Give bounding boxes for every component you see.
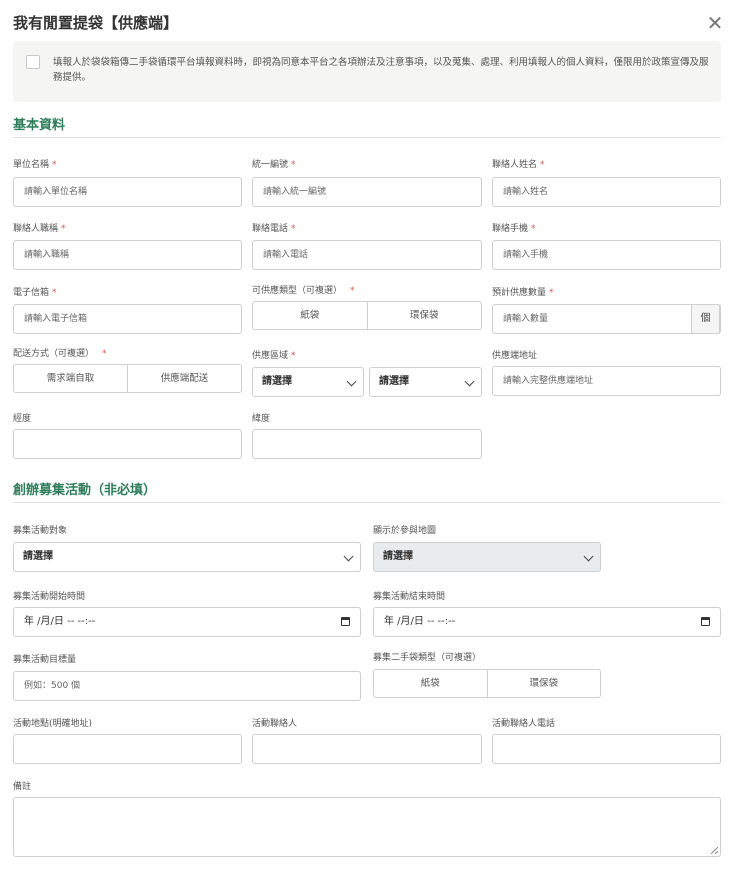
bag-type-eco-option[interactable]: 環保袋 xyxy=(366,302,482,329)
mobile-label: 聯絡手機 * xyxy=(492,224,536,234)
target-label: 募集活動對象 xyxy=(13,526,68,536)
email-input[interactable]: 請輸入電子信箱 xyxy=(13,304,242,334)
longitude-label: 經度 xyxy=(13,414,32,424)
notes-label: 備註 xyxy=(13,782,32,792)
resize-handle-icon[interactable] xyxy=(710,846,718,854)
activity-contact-phone-input[interactable] xyxy=(492,734,721,764)
close-icon[interactable]: ✕ xyxy=(706,13,724,33)
mobile-input[interactable]: 請輸入手機 xyxy=(492,240,721,270)
region-district-select[interactable]: 請選擇 xyxy=(369,367,482,397)
phone-label: 聯絡電話 * xyxy=(252,224,296,234)
activity-contact-phone-label: 活動聯絡人電話 xyxy=(492,719,556,729)
delivery-pickup-option[interactable]: 需求端自取 xyxy=(14,365,127,392)
contact-name-label: 聯絡人姓名 * xyxy=(492,160,545,170)
latitude-input[interactable] xyxy=(252,429,482,459)
start-time-input[interactable]: 年 /月/日 -- --:-- xyxy=(13,607,361,637)
section-title-basic: 基本資料 xyxy=(13,118,66,133)
location-input[interactable] xyxy=(13,734,242,764)
contact-title-input[interactable]: 請輸入職稱 xyxy=(13,240,242,270)
chevron-down-icon xyxy=(343,551,354,562)
calendar-icon[interactable] xyxy=(341,617,350,626)
contact-title-label: 聯絡人職稱 * xyxy=(13,224,66,234)
region-label: 供應區域 * xyxy=(252,351,296,361)
tax-id-label: 統一編號 * xyxy=(252,160,296,170)
longitude-input[interactable] xyxy=(13,429,242,459)
activity-bag-type-eco-option[interactable]: 環保袋 xyxy=(486,670,601,697)
contact-name-input[interactable]: 請輸入姓名 xyxy=(492,177,721,207)
section-divider xyxy=(13,502,721,503)
bag-type-paper-option[interactable]: 紙袋 xyxy=(253,302,367,329)
delivery-toggle: 需求端自取 供應端配送 xyxy=(13,364,242,393)
phone-input[interactable]: 請輸入電話 xyxy=(252,240,482,270)
region-city-select[interactable]: 請選擇 xyxy=(252,367,364,397)
activity-bag-types-toggle: 紙袋 環保袋 xyxy=(373,669,601,698)
goal-input[interactable]: 例如：500 個 xyxy=(13,671,361,701)
address-input[interactable]: 請輸入完整供應端地址 xyxy=(492,366,721,396)
quantity-placeholder: 請輸入數量 xyxy=(503,314,549,324)
email-label: 電子信箱 * xyxy=(13,288,57,298)
chevron-down-icon xyxy=(464,376,475,387)
end-time-label: 募集活動結束時間 xyxy=(373,592,446,602)
delivery-label: 配送方式（可複選） * xyxy=(13,349,107,359)
modal-title: 我有閒置提袋【供應端】 xyxy=(13,14,179,32)
activity-bag-type-paper-option[interactable]: 紙袋 xyxy=(374,670,487,697)
quantity-input[interactable]: 請輸入數量 個 xyxy=(492,304,721,334)
activity-bag-types-label: 募集二手袋類型（可複選） xyxy=(373,653,482,663)
location-label: 活動地點(明確地址) xyxy=(13,719,93,729)
bag-types-toggle: 紙袋 環保袋 xyxy=(252,301,482,330)
calendar-icon[interactable] xyxy=(701,617,710,626)
notes-textarea[interactable] xyxy=(13,797,721,857)
goal-label: 募集活動目標量 xyxy=(13,655,77,665)
unit-name-label: 單位名稱 * xyxy=(13,160,57,170)
map-display-label: 顯示於參與地圖 xyxy=(373,526,437,536)
activity-contact-input[interactable] xyxy=(252,734,482,764)
latitude-label: 緯度 xyxy=(252,414,271,424)
end-time-input[interactable]: 年 /月/日 -- --:-- xyxy=(373,607,721,637)
consent-checkbox[interactable] xyxy=(26,55,40,69)
start-time-label: 募集活動開始時間 xyxy=(13,592,86,602)
quantity-unit: 個 xyxy=(691,305,720,333)
target-select[interactable]: 請選擇 xyxy=(13,542,361,572)
section-divider xyxy=(13,137,721,138)
bag-types-label: 可供應類型（可複選） * xyxy=(252,286,355,296)
section-title-activity: 創辦募集活動（非必填） xyxy=(13,483,157,498)
activity-contact-label: 活動聯絡人 xyxy=(252,719,298,729)
consent-box: 填報人於袋袋箱傳二手袋循環平台填報資料時，即視為同意本平台之各項辦法及注意事項，… xyxy=(13,41,721,102)
tax-id-input[interactable]: 請輸入統一編號 xyxy=(252,177,482,207)
delivery-ship-option[interactable]: 供應端配送 xyxy=(127,365,241,392)
map-display-select[interactable]: 請選擇 xyxy=(373,542,601,572)
chevron-down-icon xyxy=(583,551,594,562)
quantity-label: 預計供應數量 * xyxy=(492,288,554,298)
unit-name-input[interactable]: 請輸入單位名稱 xyxy=(13,177,242,207)
chevron-down-icon xyxy=(346,376,357,387)
consent-text: 填報人於袋袋箱傳二手袋循環平台填報資料時，即視為同意本平台之各項辦法及注意事項，… xyxy=(53,57,709,83)
address-label: 供應端地址 xyxy=(492,351,538,361)
